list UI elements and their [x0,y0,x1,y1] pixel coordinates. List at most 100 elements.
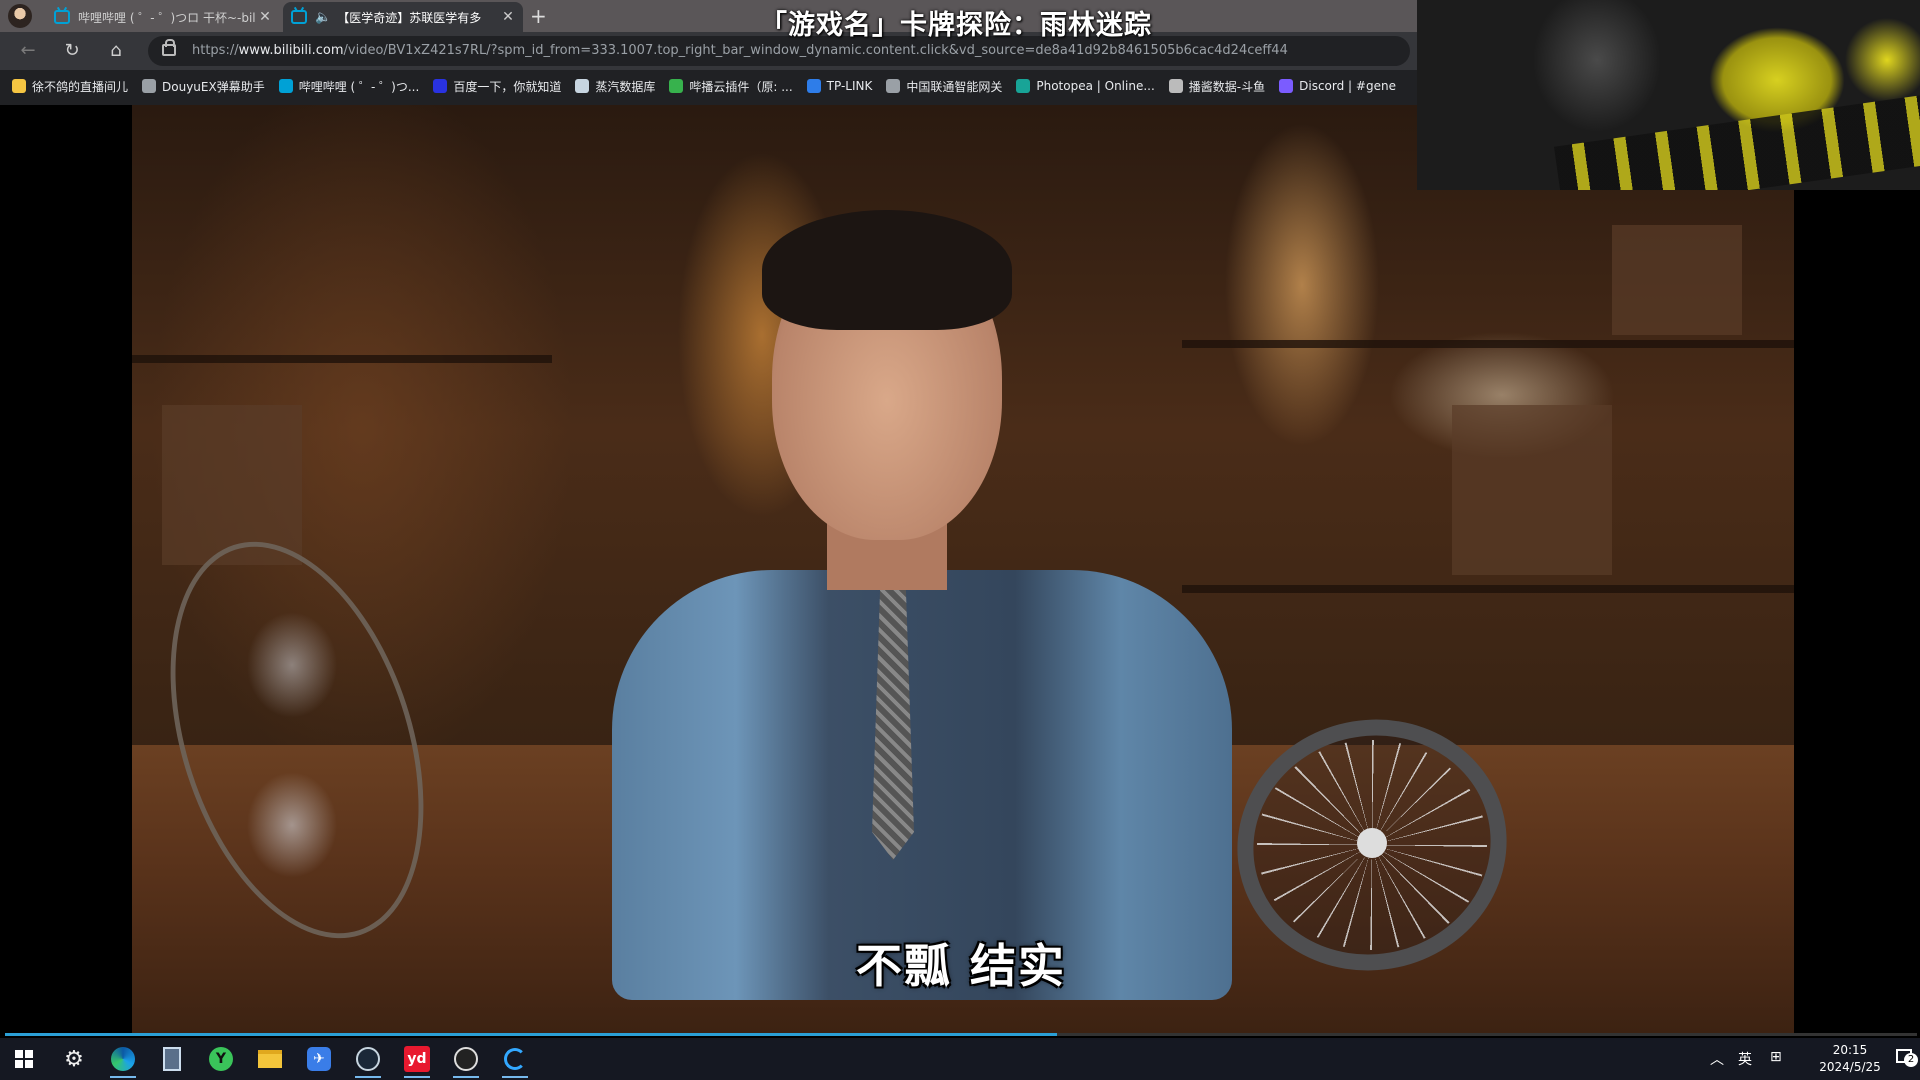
input-language[interactable]: 英 [1738,1049,1752,1069]
video-player[interactable]: 不瓢 结实 [5,105,1917,1035]
bilibili-icon [54,10,70,24]
notification-count: 2 [1904,1053,1918,1067]
bookmark-favicon-icon [278,79,293,93]
tab-title: 【医学奇迹】苏联医学有多 [337,10,482,25]
back-button[interactable]: ← [14,38,42,64]
bookmark-item[interactable]: 哔哩哔哩 ( ゜- ゜)つ... [278,78,419,95]
browser-toolbar: ← ↻ ⌂ https://www.bilibili.com/video/BV1… [0,32,1417,70]
steam-icon [356,1047,380,1071]
tab-bilibili-home[interactable]: 哔哩哔哩 ( ゜- ゜)つロ 干杯~-bilibili ✕ [46,2,280,32]
url-host: www.bilibili.com [238,43,344,58]
edge-icon [111,1047,135,1071]
home-button[interactable]: ⌂ [102,38,130,64]
presenter [572,200,1272,1000]
windows-icon [15,1050,33,1068]
tab-close-icon[interactable]: ✕ [499,9,517,25]
bookmark-item[interactable]: Photopea | Online... [1016,79,1155,93]
bookshelf [132,355,552,363]
bookmark-item[interactable]: DouyuEX弹幕助手 [142,78,265,95]
bookmark-favicon-icon [1016,79,1031,93]
taskbar-file-explorer[interactable] [255,1044,285,1074]
taskbar-steam[interactable] [353,1044,383,1078]
bookmark-label: 哔播云插件（原: ... [689,79,793,94]
bookmark-item[interactable]: 哔播云插件（原: ... [669,78,793,95]
profile-avatar[interactable] [8,4,32,28]
bookmark-label: 播酱数据-斗鱼 [1188,79,1266,94]
bookmark-label: 百度一下，你就知道 [453,79,562,94]
hourglass-glass [232,605,352,885]
video-frame [124,105,1794,1035]
bookmark-favicon-icon [142,79,157,93]
bookmark-item[interactable]: 蒸汽数据库 [575,78,655,95]
taskbar-settings[interactable]: ⚙ [59,1044,89,1074]
new-tab-button[interactable]: + [530,4,547,28]
tab-title: 哔哩哔哩 ( ゜- ゜)つロ 干杯~-bilibili [78,10,256,25]
arrow-left-icon: ← [20,40,36,61]
url-path: /video/BV1xZ421s7RL/?spm_id_from=333.100… [343,43,1288,58]
video-subtitle: 不瓢 结实 [855,939,1066,993]
bookmark-item[interactable]: 中国联通智能网关 [886,78,1002,95]
bookmark-label: Discord | #gene [1299,79,1396,93]
bookmark-label: 中国联通智能网关 [906,79,1003,94]
obs-icon [454,1047,478,1071]
bookmark-label: Photopea | Online... [1036,79,1155,93]
bookmark-favicon-icon [806,79,821,93]
tab-video[interactable]: 🔈 【医学奇迹】苏联医学有多 ✕ [283,2,523,32]
bookmark-favicon-icon [12,79,26,93]
bookmark-item[interactable]: TP-LINK [806,79,873,93]
system-clock[interactable]: 20:15 2024/5/25 [1810,1042,1890,1076]
bookmark-item[interactable]: 播酱数据-斗鱼 [1168,78,1266,95]
video-progress-fill [5,1033,1057,1036]
youdao-icon: yd [404,1046,430,1072]
speaker-icon[interactable]: 🔈 [315,10,331,25]
bookmarks-bar: 徐不鸽的直播间儿 DouyuEX弹幕助手 哔哩哔哩 ( ゜- ゜)つ... 百度一下，… [0,72,1417,100]
taskbar-green-app[interactable]: Y [206,1044,236,1074]
bookmark-favicon-icon [1168,79,1183,93]
taskbar-loop-app[interactable] [500,1044,530,1078]
bookmark-item[interactable]: 百度一下，你就知道 [433,78,561,95]
presenter-hair [762,210,1012,330]
bookmark-label: TP-LINK [826,79,873,93]
bookshelf [1182,340,1794,348]
webcam-artwork [1553,93,1920,190]
bookshelf [1182,585,1794,593]
input-mode-button[interactable]: ⊞ [1770,1049,1782,1065]
url-text[interactable]: https://www.bilibili.com/video/BV1xZ421s… [192,43,1288,58]
gear-icon: ⚙ [64,1046,84,1072]
books [1612,225,1742,335]
bookmark-label: DouyuEX弹幕助手 [162,79,265,94]
taskbar-bird-app[interactable]: ✈ [304,1044,334,1074]
taskbar-obs[interactable] [451,1044,481,1078]
url-scheme: https:// [192,43,239,58]
hourglass [124,509,470,971]
notification-button[interactable]: 2 [1896,1047,1918,1067]
taskbar-youdao[interactable]: yd [402,1044,432,1078]
start-button[interactable] [9,1044,39,1074]
bookmark-favicon-icon [575,79,590,93]
taskbar-edge[interactable] [108,1044,138,1078]
clock-date: 2024/5/25 [1819,1060,1881,1074]
books [1452,405,1612,575]
bookmark-item[interactable]: 徐不鸽的直播间儿 [12,78,128,95]
wheel-hub [1357,828,1387,858]
bookmark-item[interactable]: Discord | #gene [1279,79,1396,93]
calculator-icon [163,1047,181,1071]
bookmark-favicon-icon [669,79,684,93]
reload-button[interactable]: ↻ [58,38,86,64]
bookmark-favicon-icon [433,79,448,93]
bilibili-icon [291,10,307,24]
green-app-icon: Y [209,1047,233,1071]
tab-close-icon[interactable]: ✕ [256,9,274,25]
bookmark-label: 徐不鸽的直播间儿 [32,79,129,94]
video-progress-bar[interactable] [5,1033,1917,1036]
lock-icon[interactable] [162,39,176,56]
grid-icon: ⊞ [1770,1049,1782,1065]
tray-overflow-button[interactable]: ︿ [1710,1049,1724,1069]
chevron-up-icon: ︿ [1710,1052,1724,1068]
bookmark-label: 蒸汽数据库 [595,79,656,94]
taskbar: ⚙ Y ✈ yd ︿ 英 ⊞ 20:15 2024/5/25 2 [0,1038,1920,1080]
bird-icon: ✈ [307,1047,331,1071]
loop-icon [504,1048,526,1070]
taskbar-calculator[interactable] [157,1044,187,1074]
webcam-overlay [1417,0,1920,190]
